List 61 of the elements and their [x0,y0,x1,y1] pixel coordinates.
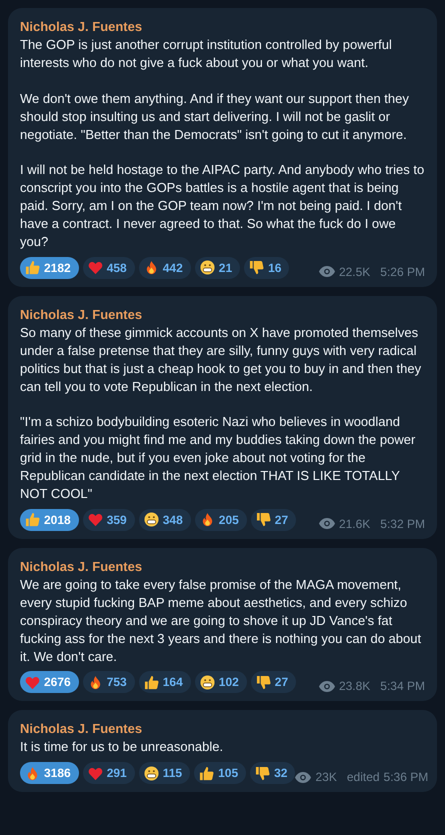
reaction-button[interactable]: 32 [250,762,296,784]
view-count: 22.5K [338,264,370,279]
message-time: 5:32 PM [380,516,425,531]
message-text: We are going to take every false promise of the MAGA movement, every stupid fucking BAP meme about aesthetics, and every schizo conspiracy theory and we are going to shove it up JD Vance's fat fucking ass for the next 3 years and there is nothing you can do about it. We don't care. [20,576,422,666]
message-time: 5:34 PM [380,679,425,694]
thumbs-up-icon [25,512,40,528]
reaction-button[interactable]: 458 [82,256,135,279]
edited-label: edited [346,770,380,784]
reaction-button[interactable]: 2182 [20,256,79,279]
thumbs-down-icon [255,766,270,781]
grinning-face-icon [144,512,159,528]
grinning-face-icon [200,260,215,276]
reaction-button[interactable]: 2018 [20,508,79,531]
reaction-button[interactable]: 164 [138,671,191,694]
thumbs-up-icon [25,260,40,276]
view-count: 23.8K [338,679,370,694]
heart-icon [88,766,103,781]
reaction-button[interactable]: 102 [194,671,247,694]
reaction-button[interactable]: 115 [138,762,190,784]
grinning-face-icon [144,766,159,781]
author-name: Nicholas J. Fuentes [20,306,144,324]
message-text: "I'm a schizo bodybuilding esoteric Nazi who believes in woodland fairies and you might find me and my buddies taking down the power grid in the nude, but if you even joke about not voting for the Republican candidate in the next election THAT IS LIKE TOTALLY NOT COOL" [20,413,416,503]
message-text: We don't owe them anything. And if they want our support then they should stop insulting us and start delivering. I will not be gaslit or negotiate. "Better than the Democrats" isn't going to cut it anymore. [20,90,410,144]
eye-icon [318,680,335,692]
heart-icon [88,260,103,276]
grinning-face-icon [200,674,215,690]
author-name: Nicholas J. Fuentes [20,720,144,738]
author-name: Nicholas J. Fuentes [20,558,144,576]
reaction-button[interactable]: 2676 [20,671,79,694]
view-count: 21.6K [338,516,370,531]
reaction-button[interactable]: 105 [194,762,246,784]
thumbs-down-icon [249,260,264,276]
eye-icon [318,266,335,278]
reaction-button[interactable]: 442 [138,256,191,279]
flame-icon [25,766,40,781]
reaction-button[interactable]: 27 [250,508,296,531]
message-text: I will not be held hostage to the AIPAC party. And anybody who tries to conscript you into the GOPs battles is a hostile agent that is being paid. Sorry, am I on the GOP team now? I'm not being paid. I don't have a contract. I never agreed to that. So what the fuck do I owe you? [20,161,425,251]
reaction-button[interactable]: 348 [138,508,191,531]
message-time: 5:26 PM [380,264,425,279]
thumbs-up-icon [144,674,159,690]
message-text: The GOP is just another corrupt institution controlled by powerful interests who do not give a fuck about you or what you want. [20,36,393,72]
reaction-button[interactable]: 3186 [20,762,79,784]
reaction-button[interactable]: 291 [82,762,135,784]
reaction-button[interactable]: 753 [82,671,135,694]
thumbs-down-icon [256,512,271,528]
heart-icon [88,512,103,528]
thumbs-up-icon [199,766,214,781]
reaction-button[interactable]: 27 [250,671,296,694]
heart-icon [25,674,40,690]
reaction-button[interactable]: 21 [194,256,240,279]
reaction-button[interactable]: 359 [82,508,135,531]
reaction-button[interactable]: 16 [244,256,290,279]
thumbs-down-icon [256,674,271,690]
reaction-button[interactable]: 205 [194,508,247,531]
eye-icon [295,772,312,783]
eye-icon [318,518,335,530]
message-text: So many of these gimmick accounts on X have promoted themselves under a false pretense that they are silly, funny guys with very radical politics but that is just a cheap hook to get you to buy in and then they can tell you to vote Republican in the next election. [20,324,422,396]
author-name: Nicholas J. Fuentes [20,18,144,36]
message-text: It is time for us to be unreasonable. [20,738,224,756]
view-count: 23K [315,770,337,784]
message-time: 5:36 PM [384,770,428,784]
